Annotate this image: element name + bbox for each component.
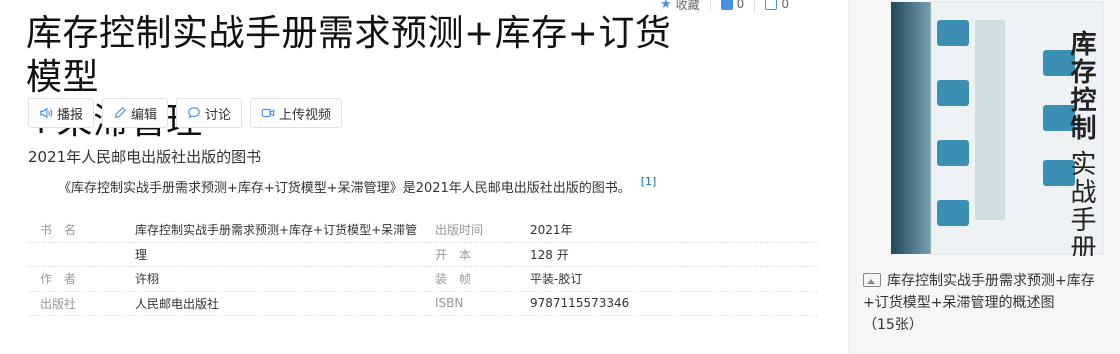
page: ★ 收藏 0 0 库存控制实战手册需求预测+库存+订货模型 +呆滞管理 播报 编… [0, 0, 1120, 354]
divider [709, 0, 711, 11]
like-button[interactable]: 0 [720, 0, 745, 11]
chat-bubble-icon [188, 107, 200, 119]
info-label: 出版社 [40, 296, 77, 311]
caption-text: 库存控制实战手册需求预测+库存+订货模型+呆滞管理的概述图 [863, 273, 1095, 311]
toolbar: 播报 编辑 讨论 上传视频 [28, 98, 343, 128]
title-line-1: 库存控制实战手册需求预测+库存+订货模型 [26, 13, 672, 98]
info-value: 理 [135, 247, 148, 262]
intro-text: 《库存控制实战手册需求预测+库存+订货模型+呆滞管理》是2021年人民邮电出版社… [58, 181, 631, 196]
upload-video-button[interactable]: 上传视频 [250, 98, 343, 128]
entry-subtitle: 2021年人民邮电出版社出版的图书 [28, 148, 262, 166]
share-count: 0 [781, 0, 789, 11]
info-label: ISBN [435, 296, 464, 311]
reference-link[interactable]: [1] [641, 175, 657, 188]
info-value: 平装-胶订 [530, 272, 583, 287]
info-row: 书 名 库存控制实战手册需求预测+库存+订货模型+呆滞管 出版时间 2021年 [28, 218, 818, 243]
info-value: 人民邮电出版社 [135, 296, 220, 311]
speaker-icon [40, 107, 53, 119]
book-cover-image[interactable]: 库存控制 实战手册 [871, 0, 1115, 256]
discuss-button[interactable]: 讨论 [176, 98, 243, 128]
divider [754, 0, 756, 11]
image-count: （15张） [863, 317, 923, 333]
info-value: 2021年 [530, 223, 573, 238]
pencil-icon [114, 106, 127, 119]
svg-text:实战手册: 实战手册 [1066, 150, 1096, 256]
info-label: 作 者 [40, 272, 77, 287]
gallery-icon [863, 273, 881, 287]
intro-paragraph: 《库存控制实战手册需求预测+库存+订货模型+呆滞管理》是2021年人民邮电出版社… [58, 175, 657, 196]
share-button[interactable]: 0 [765, 0, 789, 11]
upload-video-label: 上传视频 [279, 107, 332, 123]
info-value: 许栩 [135, 272, 160, 287]
info-value: 9787115573346 [530, 296, 630, 311]
info-row: 出版社 人民邮电出版社 ISBN 9787115573346 [28, 292, 818, 316]
collect-label: 收藏 [675, 0, 700, 12]
info-row: 理 开 本 128 开 [28, 243, 818, 267]
broadcast-label: 播报 [57, 107, 84, 123]
info-value: 库存控制实战手册需求预测+库存+订货模型+呆滞管 [135, 223, 418, 238]
info-label: 书 名 [40, 223, 77, 238]
image-caption[interactable]: 库存控制实战手册需求预测+库存+订货模型+呆滞管理的概述图 （15张） [863, 270, 1113, 336]
thumb-icon [720, 0, 733, 10]
edit-label: 编辑 [131, 107, 158, 123]
like-count: 0 [736, 0, 745, 11]
summary-image-panel: 库存控制 实战手册 库存控制实战手册需求预测+库存+订货模型+呆滞管理的概述图 … [848, 0, 1120, 354]
info-label: 装 帧 [435, 272, 472, 287]
info-row: 作 者 许栩 装 帧 平装-胶订 [28, 267, 818, 292]
info-label: 出版时间 [435, 223, 484, 238]
collect-button[interactable]: ★ 收藏 [660, 0, 700, 13]
discuss-label: 讨论 [205, 107, 232, 123]
basic-info-table: 书 名 库存控制实战手册需求预测+库存+订货模型+呆滞管 出版时间 2021年 … [28, 218, 818, 316]
share-icon [765, 0, 778, 10]
broadcast-button[interactable]: 播报 [28, 98, 95, 128]
edit-button[interactable]: 编辑 [102, 98, 169, 128]
cover-title: 库存控制 [1066, 30, 1096, 142]
info-label: 开 本 [435, 247, 472, 262]
info-value: 128 开 [530, 247, 569, 262]
star-icon: ★ [660, 0, 672, 12]
video-camera-icon [261, 108, 275, 118]
